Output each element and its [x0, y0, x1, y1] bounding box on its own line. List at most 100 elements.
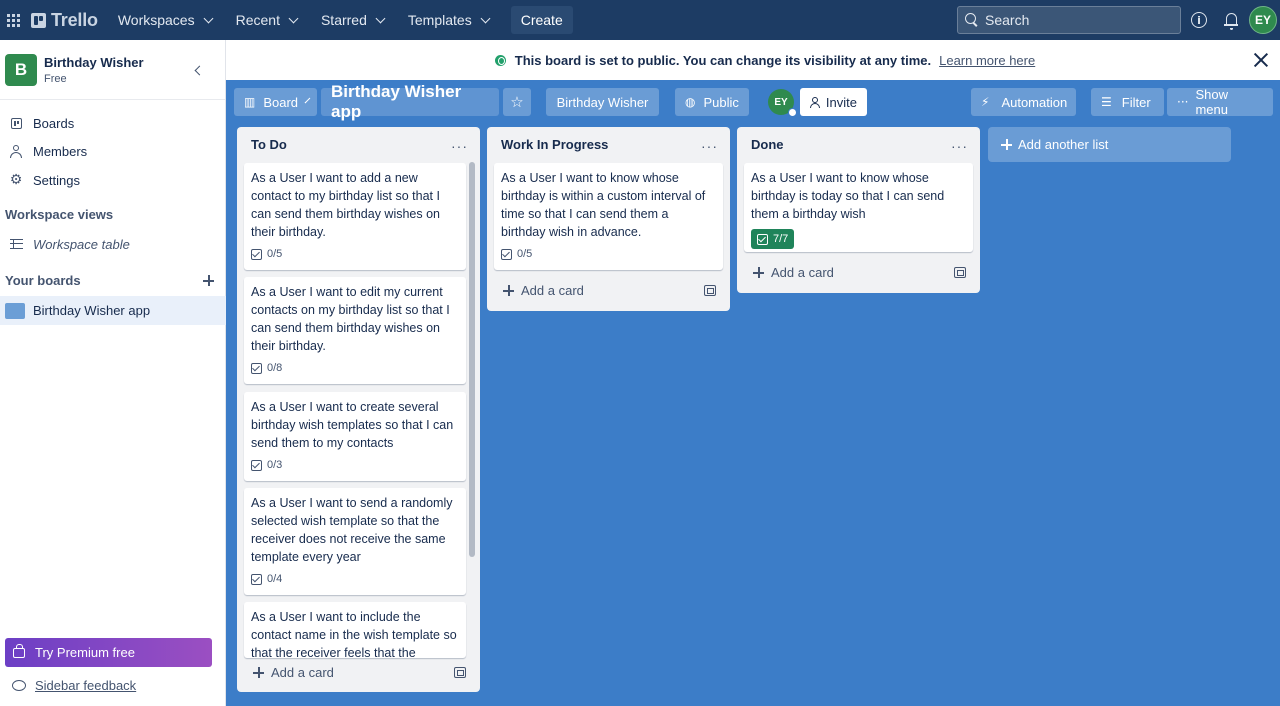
sidebar-board-birthday-wisher-app[interactable]: Birthday Wisher app: [0, 296, 226, 325]
card[interactable]: As a User I want to include the contact …: [244, 602, 466, 658]
account-menu[interactable]: EY: [1248, 0, 1278, 40]
add-member-icon: [810, 96, 820, 108]
list-to-do: To Do ··· As a User I want to add a new …: [237, 127, 480, 692]
trello-logo-text: Trello: [51, 9, 98, 30]
invite-button[interactable]: Invite: [800, 88, 867, 116]
visibility-label: Public: [703, 94, 739, 110]
add-board-icon[interactable]: [203, 275, 214, 286]
card[interactable]: As a User I want to send a randomly sele…: [244, 488, 466, 595]
card[interactable]: As a User I want to know whose birthday …: [494, 163, 723, 270]
app-switcher-icon[interactable]: [1, 0, 25, 40]
plus-icon: [753, 267, 764, 278]
card-title: As a User I want to know whose birthday …: [501, 171, 706, 239]
list-title[interactable]: Work In Progress: [501, 137, 608, 152]
card[interactable]: As a User I want to know whose birthday …: [744, 163, 973, 252]
add-card-button[interactable]: Add a card: [503, 283, 584, 298]
add-card-label: Add a card: [271, 665, 334, 680]
your-boards-heading: Your boards: [5, 273, 81, 288]
checklist-count: 0/5: [517, 248, 533, 260]
workspaces-menu-label: Workspaces: [117, 12, 195, 28]
board-view-label: Board: [263, 94, 299, 110]
sidebar-feedback-link[interactable]: Sidebar feedback: [12, 678, 136, 693]
recent-menu[interactable]: Recent: [224, 4, 309, 36]
checklist-complete-badge: 7/7: [751, 229, 795, 249]
create-from-template-icon[interactable]: [704, 285, 716, 296]
list-actions-icon[interactable]: ···: [451, 138, 468, 154]
visibility-button[interactable]: ◍ Public: [675, 88, 749, 116]
board-view-switcher[interactable]: ▥ Board: [234, 88, 317, 116]
sidebar-item-label: Members: [33, 143, 88, 159]
workspace-header: B Birthday Wisher Free: [0, 40, 225, 100]
list-actions-icon[interactable]: ···: [951, 138, 968, 154]
try-premium-button[interactable]: Try Premium free: [5, 638, 212, 667]
checklist-badge: 0/5: [251, 245, 459, 263]
show-menu-button[interactable]: ··· Show menu: [1167, 87, 1273, 117]
sidebar-item-label: Settings: [33, 172, 80, 188]
sidebar-item-label: Workspace table: [33, 236, 130, 252]
list-title[interactable]: To Do: [251, 137, 287, 152]
premium-icon: [13, 643, 25, 658]
board-color-swatch: [5, 302, 25, 319]
workspace-name[interactable]: Birthday Wisher: [44, 55, 144, 70]
globe-icon: ◍: [685, 95, 696, 109]
learn-more-link[interactable]: Learn more here: [939, 53, 1035, 68]
sidebar-item-workspace-table[interactable]: Workspace table: [0, 230, 226, 258]
sidebar-item-members[interactable]: Members: [0, 137, 226, 165]
filter-button[interactable]: ☰ Filter: [1091, 88, 1164, 116]
add-card-button[interactable]: Add a card: [253, 665, 334, 680]
board-canvas: ▥ Board Birthday Wisher app ☆ Birthday W…: [226, 80, 1280, 706]
add-another-list-button[interactable]: Add another list: [988, 127, 1231, 162]
card-title: As a User I want to add a new contact to…: [251, 171, 440, 239]
checklist-icon: [251, 362, 262, 374]
checklist-icon: [757, 233, 768, 245]
board-view-icon: ▥: [244, 95, 256, 109]
trello-logo[interactable]: Trello: [31, 0, 98, 40]
card[interactable]: As a User I want to add a new contact to…: [244, 163, 466, 270]
globe-icon: [494, 54, 506, 66]
create-from-template-icon[interactable]: [954, 267, 966, 278]
list-actions-icon[interactable]: ···: [701, 138, 718, 154]
close-icon[interactable]: [1254, 53, 1268, 67]
workspaces-menu[interactable]: Workspaces: [106, 4, 224, 36]
sidebar-item-label: Boards: [33, 115, 75, 131]
card[interactable]: As a User I want to create several birth…: [244, 392, 466, 481]
card-title: As a User I want to include the contact …: [251, 610, 457, 658]
board-title[interactable]: Birthday Wisher app: [321, 82, 499, 121]
create-button[interactable]: Create: [510, 6, 573, 34]
checklist-badge: 0/4: [251, 570, 459, 588]
board-member-avatar[interactable]: EY: [768, 89, 797, 117]
create-from-template-icon[interactable]: [454, 667, 466, 678]
recent-menu-label: Recent: [235, 12, 280, 28]
chevron-down-icon: [288, 13, 299, 23]
checklist-count: 7/7: [773, 233, 789, 245]
info-icon: i: [1191, 12, 1207, 28]
search-input[interactable]: Search: [957, 6, 1181, 34]
list-title[interactable]: Done: [751, 137, 784, 152]
checklist-count: 0/4: [267, 573, 283, 585]
star-icon: ☆: [510, 93, 524, 111]
star-board-button[interactable]: ☆: [503, 88, 531, 116]
card-title: As a User I want to send a randomly sele…: [251, 496, 453, 564]
list-scrollbar[interactable]: [469, 162, 475, 557]
notifications-button[interactable]: [1220, 0, 1242, 40]
starred-menu-label: Starred: [320, 12, 367, 28]
checklist-icon: [251, 248, 262, 260]
add-card-label: Add a card: [771, 265, 834, 280]
templates-menu-label: Templates: [407, 12, 472, 28]
workspace-visible-button[interactable]: Birthday Wisher: [546, 88, 659, 116]
card-title: As a User I want to know whose birthday …: [751, 171, 945, 221]
sidebar-item-boards[interactable]: Boards: [0, 109, 226, 137]
add-card-button[interactable]: Add a card: [753, 265, 834, 280]
chevron-down-icon: [203, 13, 214, 23]
templates-menu[interactable]: Templates: [396, 4, 501, 36]
information-button[interactable]: i: [1188, 0, 1210, 40]
card[interactable]: As a User I want to edit my current cont…: [244, 277, 466, 384]
sidebar-item-settings[interactable]: ⚙ Settings: [0, 166, 226, 194]
filter-icon: ☰: [1101, 95, 1112, 109]
board-member-initials: EY: [774, 96, 788, 108]
collapse-sidebar-icon[interactable]: [194, 65, 205, 76]
starred-menu[interactable]: Starred: [309, 4, 396, 36]
automation-button[interactable]: ⚡ Automation: [971, 88, 1076, 116]
checklist-icon: [251, 459, 262, 471]
add-card-label: Add a card: [521, 283, 584, 298]
